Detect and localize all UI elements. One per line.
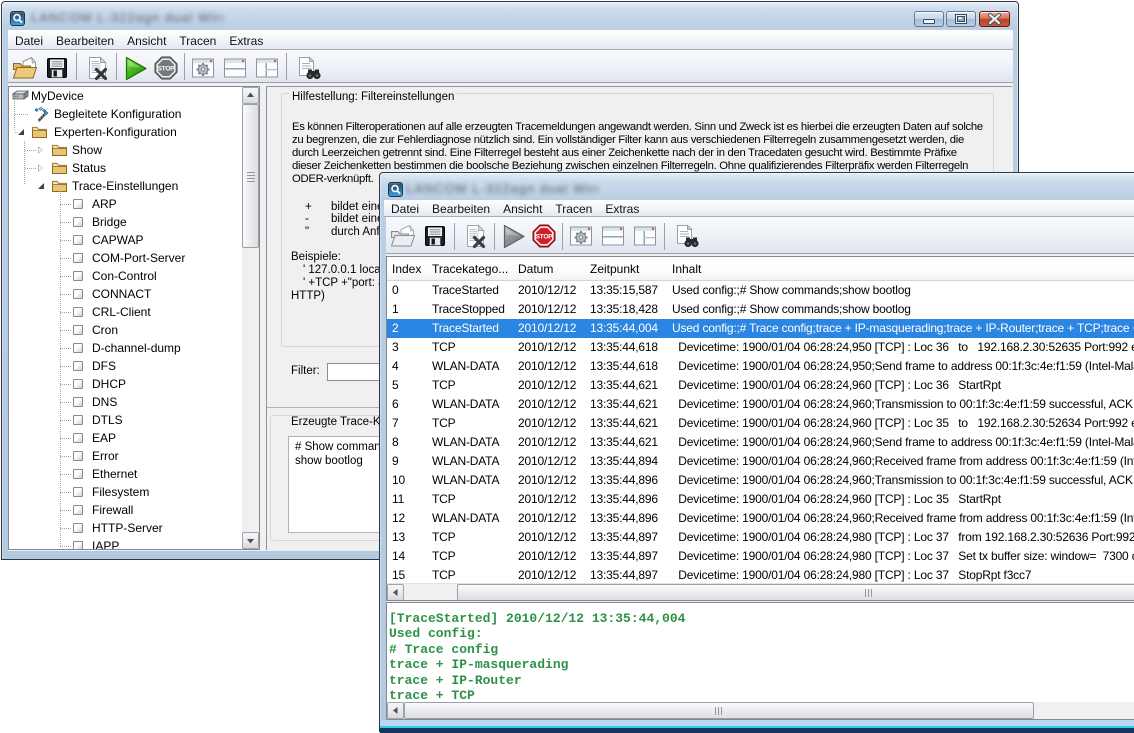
- svg-text:STOP: STOP: [535, 233, 553, 240]
- svg-text:STOP: STOP: [157, 65, 175, 72]
